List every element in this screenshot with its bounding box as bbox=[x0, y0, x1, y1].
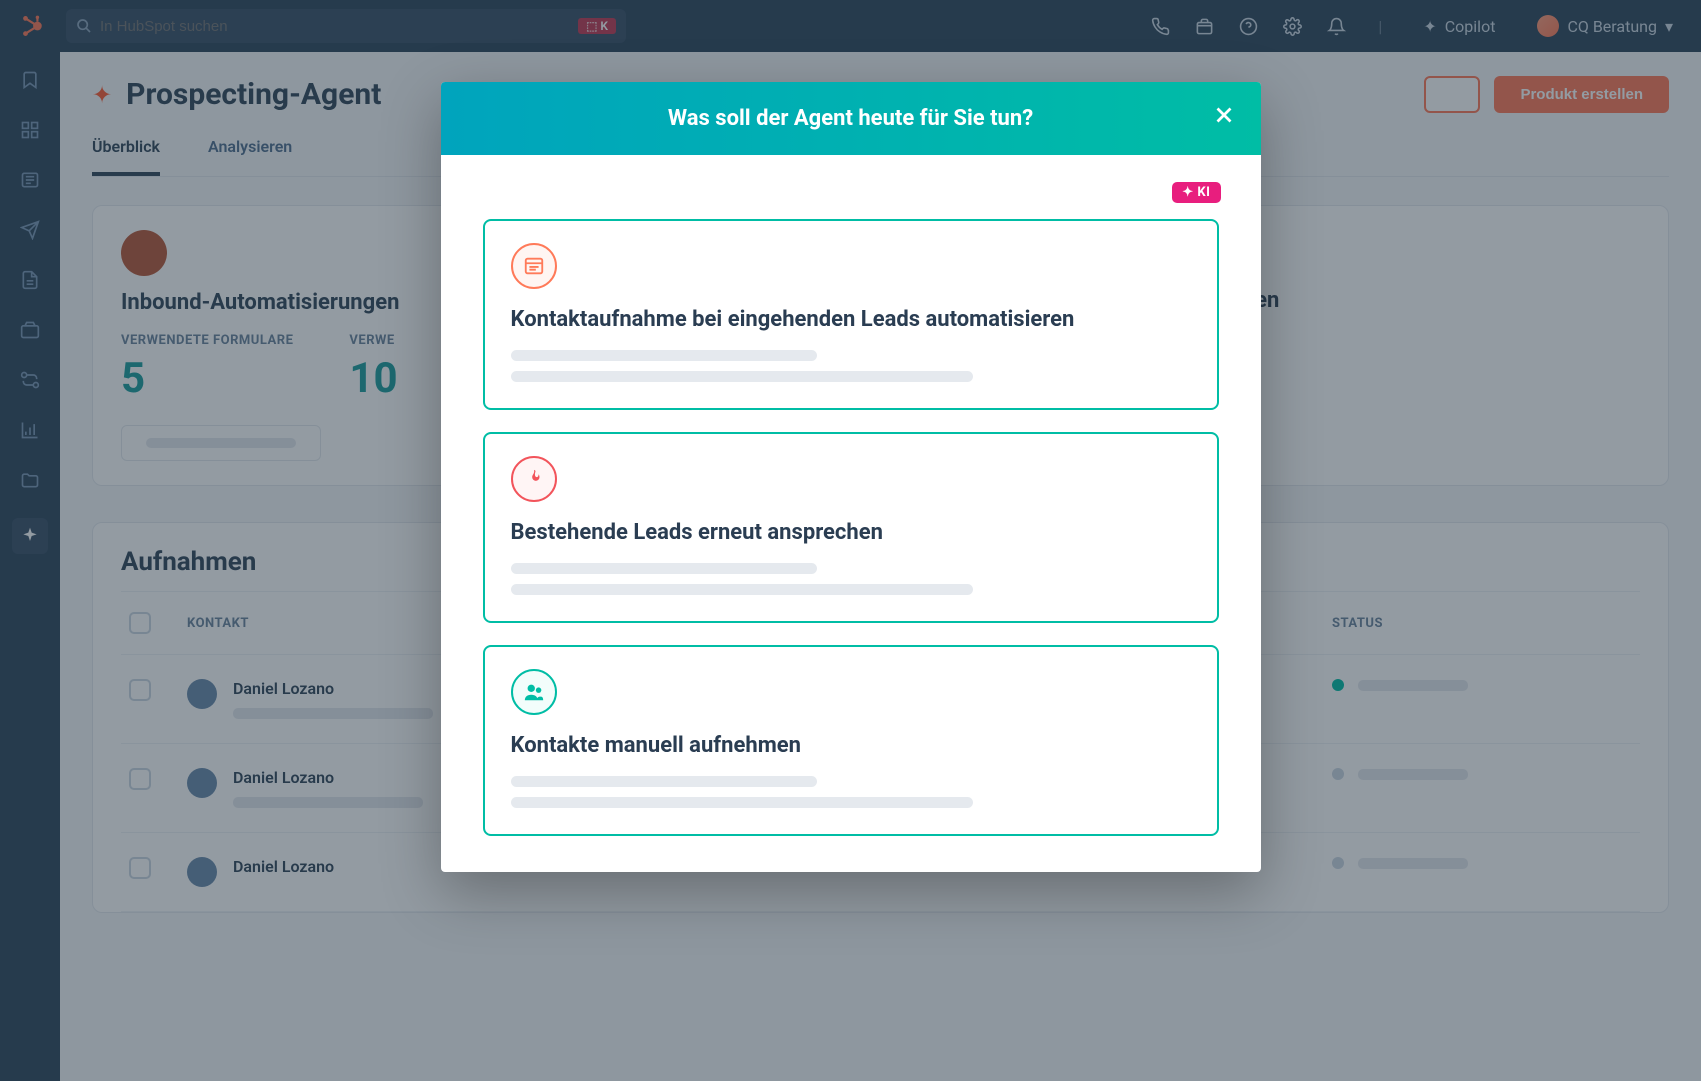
flame-icon bbox=[511, 456, 557, 502]
close-icon[interactable] bbox=[1211, 102, 1241, 132]
modal-overlay[interactable]: Was soll der Agent heute für Sie tun? ✦ … bbox=[0, 0, 1701, 1081]
option-title: Kontaktaufnahme bei eingehenden Leads au… bbox=[511, 307, 1191, 332]
placeholder bbox=[511, 350, 817, 361]
placeholder bbox=[511, 563, 817, 574]
option-reengage-leads[interactable]: Bestehende Leads erneut ansprechen bbox=[483, 432, 1219, 623]
option-manual-enroll[interactable]: Kontakte manuell aufnehmen bbox=[483, 645, 1219, 836]
option-title: Kontakte manuell aufnehmen bbox=[511, 733, 1191, 758]
ai-badge: ✦ KI bbox=[1172, 182, 1220, 203]
modal-title: Was soll der Agent heute für Sie tun? bbox=[469, 106, 1233, 131]
option-title: Bestehende Leads erneut ansprechen bbox=[511, 520, 1191, 545]
placeholder bbox=[511, 584, 973, 595]
modal-header: Was soll der Agent heute für Sie tun? bbox=[441, 82, 1261, 155]
option-automate-inbound[interactable]: Kontaktaufnahme bei eingehenden Leads au… bbox=[483, 219, 1219, 410]
modal: Was soll der Agent heute für Sie tun? ✦ … bbox=[441, 82, 1261, 872]
placeholder bbox=[511, 797, 973, 808]
placeholder bbox=[511, 371, 973, 382]
people-icon bbox=[511, 669, 557, 715]
placeholder bbox=[511, 776, 817, 787]
form-icon bbox=[511, 243, 557, 289]
